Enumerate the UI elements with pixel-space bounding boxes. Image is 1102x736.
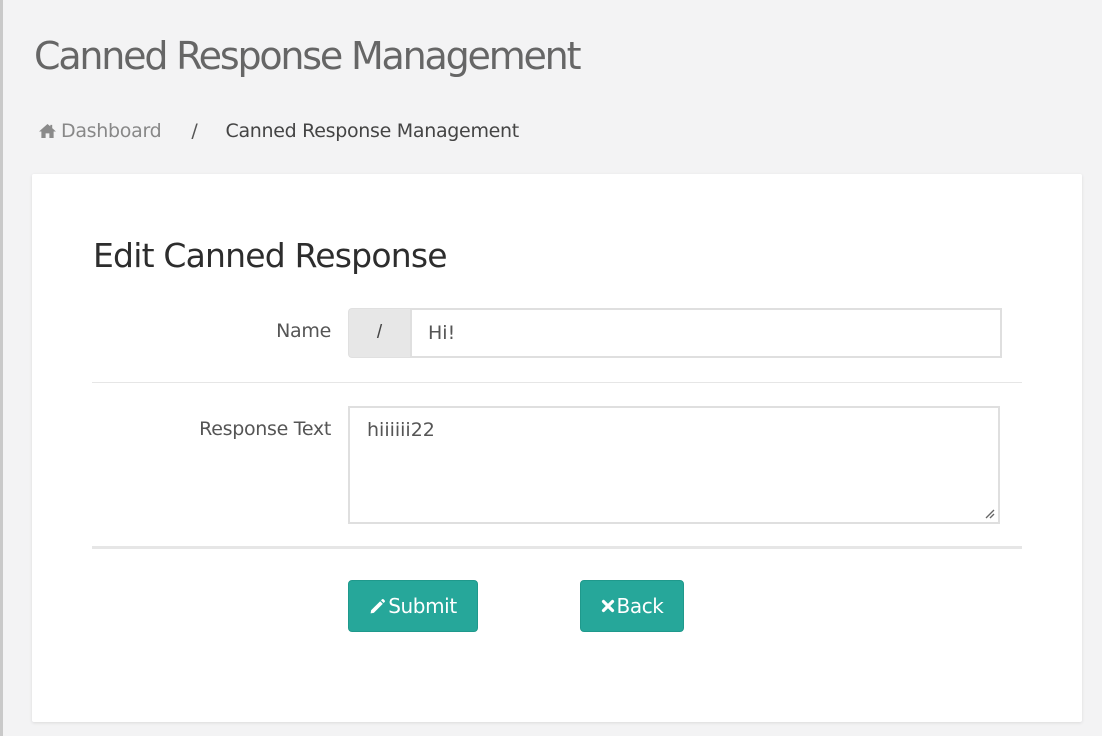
breadcrumb: Dashboard / Canned Response Management bbox=[38, 118, 519, 144]
resize-handle-icon[interactable] bbox=[983, 507, 995, 519]
form-divider bbox=[92, 546, 1022, 549]
close-icon bbox=[601, 599, 614, 613]
breadcrumb-dashboard-label: Dashboard bbox=[61, 120, 162, 142]
breadcrumb-current: Canned Response Management bbox=[225, 120, 520, 142]
submit-button-label: Submit bbox=[388, 594, 457, 618]
response-text-label: Response Text bbox=[199, 418, 331, 440]
pencil-icon bbox=[370, 598, 386, 613]
name-label: Name bbox=[276, 320, 331, 342]
home-icon bbox=[39, 123, 56, 139]
name-input[interactable] bbox=[410, 308, 1002, 358]
edit-form-card: Edit Canned Response Name / Response Tex… bbox=[32, 174, 1082, 722]
form-divider bbox=[92, 382, 1022, 383]
page-title: Canned Response Management bbox=[34, 34, 581, 78]
back-button-label: Back bbox=[616, 594, 664, 618]
name-prefix-addon: / bbox=[348, 308, 410, 358]
back-button[interactable]: Back bbox=[580, 580, 684, 632]
breadcrumb-separator: / bbox=[191, 120, 198, 142]
form-title: Edit Canned Response bbox=[93, 236, 448, 275]
breadcrumb-dashboard-link[interactable]: Dashboard bbox=[38, 118, 162, 144]
submit-button[interactable]: Submit bbox=[348, 580, 478, 632]
response-text-area[interactable]: hiiiiii22 bbox=[348, 406, 1000, 524]
